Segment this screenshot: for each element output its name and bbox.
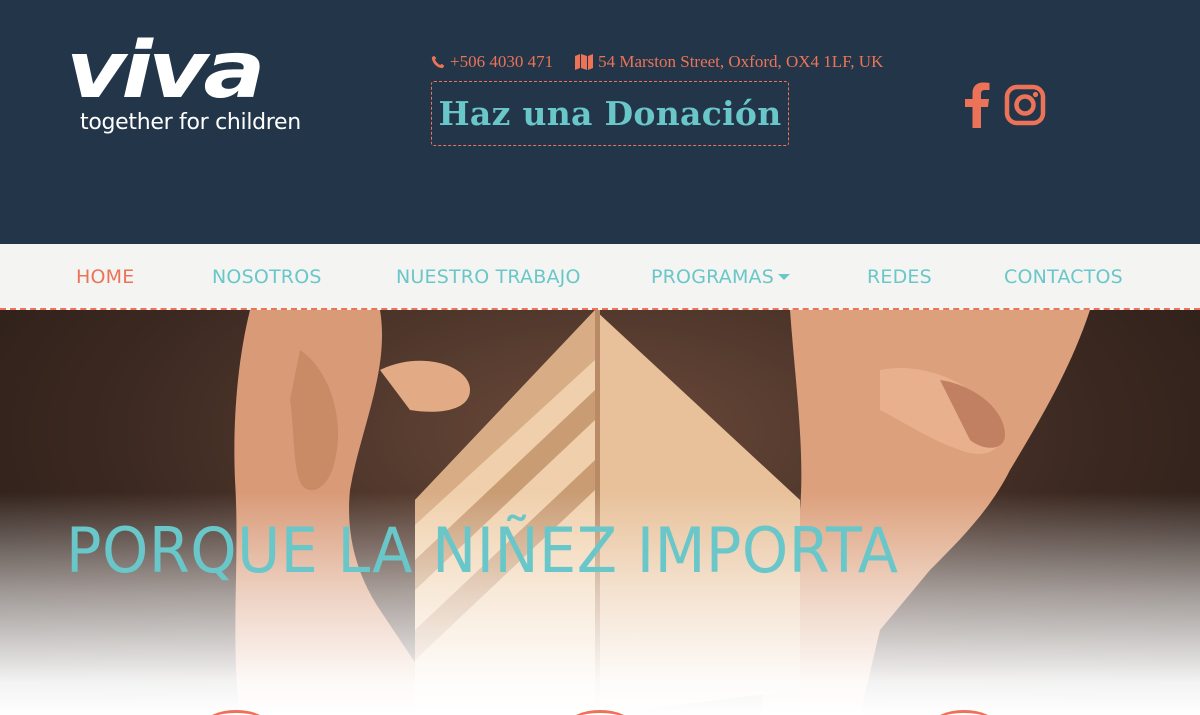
nav-item-programas-label: PROGRAMAS	[651, 266, 775, 288]
map-icon	[575, 54, 594, 70]
donate-button[interactable]: Haz una Donación	[431, 81, 789, 146]
site-header: viva together for children +506 4030 471…	[0, 0, 1200, 244]
nav-item-redes[interactable]: REDES	[867, 265, 932, 289]
site-logo[interactable]: viva together for children	[66, 32, 334, 138]
hero-title: PORQUE LA NIÑEZ IMPORTA	[66, 514, 899, 587]
instagram-icon[interactable]	[1004, 84, 1046, 126]
logo-wordmark: viva	[66, 26, 265, 116]
logo-tagline: together for children	[80, 110, 301, 135]
social-links	[962, 82, 1046, 128]
nav-item-programas[interactable]: PROGRAMAS	[651, 265, 791, 289]
hero-fade-overlay	[0, 310, 1200, 715]
chevron-down-icon	[778, 274, 791, 280]
hero-banner: PORQUE LA NIÑEZ IMPORTA	[0, 310, 1200, 715]
nav-item-home[interactable]: HOME	[76, 265, 134, 289]
nav-item-nosotros[interactable]: NOSOTROS	[212, 265, 322, 289]
phone-number[interactable]: +506 4030 471	[450, 52, 553, 72]
main-nav: HOME NOSOTROS NUESTRO TRABAJO PROGRAMAS …	[0, 244, 1200, 310]
nav-item-contactos[interactable]: CONTACTOS	[1004, 265, 1123, 289]
address-text: 54 Marston Street, Oxford, OX4 1LF, UK	[598, 52, 884, 71]
phone-icon	[431, 55, 445, 69]
facebook-icon[interactable]	[962, 82, 992, 128]
nav-item-nuestro-trabajo[interactable]: NUESTRO TRABAJO	[396, 265, 581, 289]
contact-info: +506 4030 471 54 Marston Street, Oxford,…	[431, 51, 883, 73]
